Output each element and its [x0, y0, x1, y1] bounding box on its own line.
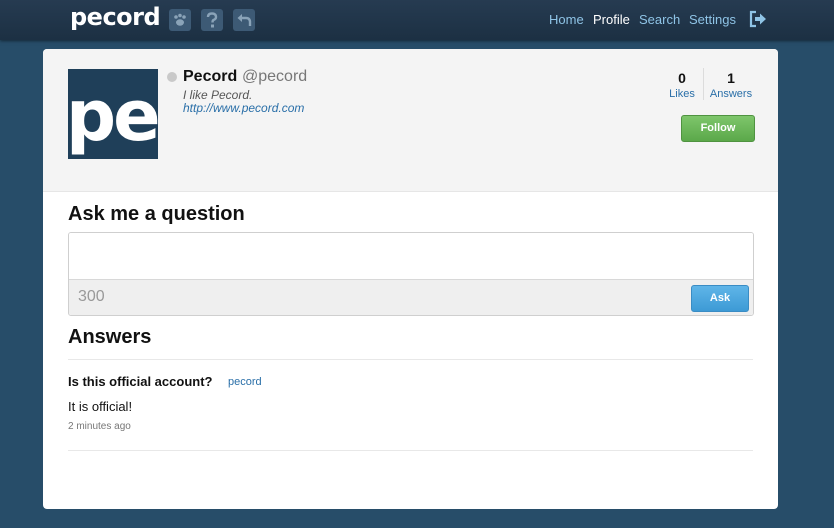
answers-stat[interactable]: 1 Answers [708, 69, 754, 101]
nav-settings[interactable]: Settings [689, 12, 736, 27]
likes-label: Likes [669, 88, 695, 100]
answers-label: Answers [709, 88, 753, 100]
nav-search[interactable]: Search [639, 12, 680, 27]
answers-count: 1 [727, 70, 735, 86]
profile-card: pe Pecord @pecord I like Pecord. http://… [43, 49, 778, 509]
answer-text: It is official! [68, 399, 133, 414]
ask-section-title: Ask me a question [68, 203, 245, 225]
logout-icon[interactable] [749, 10, 767, 28]
answer-question[interactable]: Is this official account? [68, 374, 212, 389]
char-count: 300 [78, 288, 105, 305]
user-handle: @pecord [242, 68, 308, 85]
follow-button[interactable]: Follow [681, 115, 755, 142]
app-logo[interactable]: pecord [70, 3, 161, 31]
nav-home[interactable]: Home [549, 12, 584, 27]
likes-stat[interactable]: 0 Likes [669, 69, 695, 101]
likes-count: 0 [678, 70, 686, 86]
nav-profile[interactable]: Profile [593, 12, 630, 27]
avatar[interactable]: pe [68, 69, 158, 159]
profile-header: pe Pecord @pecord I like Pecord. http://… [43, 49, 778, 192]
question-icon[interactable] [201, 9, 223, 31]
status-indicator [167, 72, 177, 82]
stats-divider [703, 68, 704, 100]
question-form: 300 Ask [68, 232, 754, 316]
answers-divider-bottom [68, 450, 753, 451]
ask-button[interactable]: Ask [691, 285, 749, 312]
website-link[interactable]: http://www.pecord.com [183, 101, 304, 115]
display-name: Pecord [183, 68, 238, 85]
paw-icon[interactable] [169, 9, 191, 31]
answers-section-title: Answers [68, 326, 152, 348]
answers-divider-top [68, 359, 753, 360]
answer-asker-link[interactable]: pecord [228, 376, 262, 388]
user-bio: I like Pecord. [183, 88, 253, 102]
question-input[interactable] [69, 233, 753, 279]
undo-icon[interactable] [233, 9, 255, 31]
answer-timestamp[interactable]: 2 minutes ago [68, 421, 131, 432]
top-navbar: pecord Home Profile Search Settings [0, 0, 834, 40]
question-footer: 300 Ask [69, 279, 753, 315]
avatar-logo-text: pe [68, 75, 158, 157]
